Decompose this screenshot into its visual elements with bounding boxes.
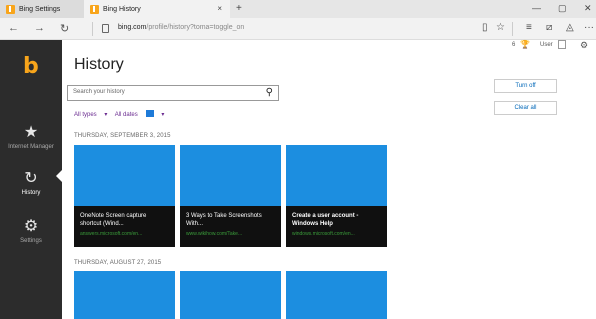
all-types-filter[interactable]: All types ▾ [74,112,107,118]
date-heading: THURSDAY, SEPTEMBER 3, 2015 [74,133,171,139]
star-icon: ★ [23,124,39,141]
history-icon: ↻ [24,170,38,187]
url-domain: bing.com [118,24,147,31]
card-title: Create a user account - Windows Help [292,213,359,227]
url-field[interactable]: bing.com/profile/history?toma=toggle_on [118,24,244,31]
tab-strip: Bing Settings Bing History × + — ▢ ✕ [0,0,596,18]
rewards-icon[interactable]: 🏆 [520,40,530,49]
gear-icon: ⚙ [23,218,39,235]
rewards-count[interactable]: 6 [512,42,515,48]
card-caption: OneNote Screen capture shortcut (Wind...… [74,206,175,247]
bing-logo[interactable]: b [23,54,39,79]
calendar-icon [145,110,154,117]
card-caption: Create a user account - Windows Help win… [286,206,387,247]
web-note-icon[interactable]: ⧄ [546,22,552,33]
history-card[interactable]: OneNote Screen capture shortcut (Wind...… [74,145,175,247]
gear-icon[interactable]: ⚙ [580,40,588,51]
sidebar: b ★ Internet Manager ↻ History ⚙ Setting… [0,40,62,319]
tab-bing-settings[interactable]: Bing Settings [0,0,84,18]
more-icon[interactable]: ··· [584,22,594,33]
sidebar-item-label: History [21,190,41,196]
date-heading: THURSDAY, AUGUST 27, 2015 [74,260,162,266]
user-name[interactable]: User [540,42,553,48]
refresh-button[interactable]: ↻ [60,22,69,35]
card-url: answers.microsoft.com/en... [80,231,143,237]
card-title: OneNote Screen capture shortcut (Wind... [80,213,147,227]
tab-label: Bing Settings [19,5,61,13]
tab-label: Bing History [103,5,141,13]
search-input[interactable]: Search your history ⚲ [67,85,279,101]
tab-bing-history[interactable]: Bing History × [84,0,230,18]
sidebar-item-settings[interactable]: ⚙ Settings [0,218,62,244]
sidebar-item-label: Settings [20,238,42,244]
sidebar-item-label: Internet Manager [8,144,54,150]
turn-off-button[interactable]: Turn off [494,79,557,93]
url-path: /profile/history?toma=toggle_on [146,24,245,31]
toolbar-divider [512,22,513,36]
avatar[interactable] [558,40,566,49]
sidebar-item-history[interactable]: ↻ History [0,170,62,196]
history-card[interactable]: Create a user account - Windows Help win… [286,145,387,247]
selected-indicator [56,170,62,182]
new-tab-button[interactable]: + [236,3,242,14]
address-divider [92,22,93,36]
card-url: windows.microsoft.com/en... [292,231,355,237]
filter-bar: All types ▾ All dates ▾ [74,110,170,118]
maximize-button[interactable]: ▢ [558,3,567,14]
favorite-icon[interactable]: ☆ [496,22,505,33]
lock-icon [102,24,109,33]
close-window-button[interactable]: ✕ [584,3,592,14]
history-card[interactable] [74,271,175,319]
address-bar: ← → ↻ bing.com/profile/history?toma=togg… [0,18,596,40]
forward-button[interactable]: → [34,22,45,34]
clear-all-button[interactable]: Clear all [494,101,557,115]
all-dates-filter[interactable]: All dates ▾ [115,110,164,118]
bing-favicon [90,4,99,14]
history-card[interactable] [286,271,387,319]
back-button[interactable]: ← [8,22,19,34]
share-icon[interactable]: ◬ [566,22,574,33]
card-caption: 3 Ways to Take Screenshots With... www.w… [180,206,281,247]
card-title: 3 Ways to Take Screenshots With... [186,213,262,227]
bing-favicon [6,4,15,14]
page-title: History [74,56,124,73]
history-card[interactable] [180,271,281,319]
history-card[interactable]: 3 Ways to Take Screenshots With... www.w… [180,145,281,247]
card-url: www.wikihow.com/Take... [186,231,243,237]
sidebar-item-internet-manager[interactable]: ★ Internet Manager [0,124,62,150]
minimize-button[interactable]: — [532,3,541,13]
hub-icon[interactable]: ≡ [526,22,532,33]
close-tab-icon[interactable]: × [217,4,222,13]
search-icon[interactable]: ⚲ [266,87,273,98]
reading-view-icon[interactable]: ▯ [482,22,488,33]
search-placeholder: Search your history [73,89,125,95]
